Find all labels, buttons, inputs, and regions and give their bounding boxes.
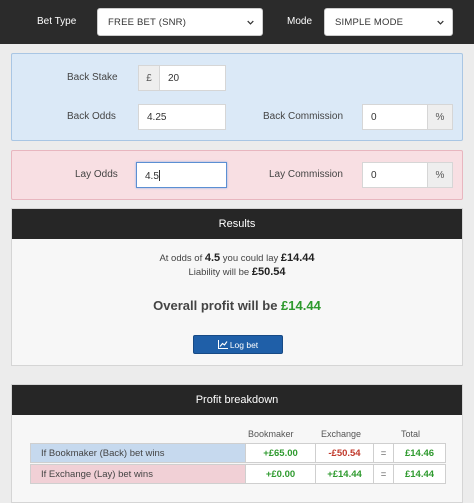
breakdown-card: Profit breakdown Bookmaker Exchange Tota… <box>11 384 463 503</box>
lay-line-prefix: At odds of <box>159 253 203 264</box>
equals-sign: = <box>373 444 393 462</box>
lay-odds-label: Lay Odds <box>75 169 118 180</box>
lay-odds-value: 4.5 <box>145 171 159 182</box>
profit-prefix: Overall profit will be <box>153 298 278 313</box>
total-value: £14.46 <box>393 444 445 462</box>
breakdown-title: Profit breakdown <box>12 385 462 415</box>
currency-addon: £ <box>138 65 160 91</box>
line-chart-icon <box>217 340 228 349</box>
percent-addon: % <box>427 162 453 188</box>
col-header-total: Total <box>401 429 421 439</box>
total-value: £14.44 <box>393 465 445 483</box>
exchange-value: +£14.44 <box>315 465 373 483</box>
exchange-value: -£50.54 <box>315 444 373 462</box>
top-bar: Bet Type FREE BET (SNR) Mode SIMPLE MODE <box>0 0 474 44</box>
profit-amount: £14.44 <box>281 298 321 313</box>
back-commission-input[interactable]: 0 <box>362 104 428 130</box>
equals-sign: = <box>373 465 393 483</box>
back-commission-label: Back Commission <box>263 111 344 122</box>
chevron-down-icon <box>247 20 254 25</box>
back-stake-label: Back Stake <box>67 72 118 83</box>
back-odds-input[interactable]: 4.25 <box>138 104 226 130</box>
col-header-bookmaker: Bookmaker <box>248 429 294 439</box>
chevron-down-icon <box>437 20 444 25</box>
log-bet-button[interactable]: Log bet <box>193 335 283 354</box>
results-card: Results At odds of 4.5 you could lay £14… <box>11 208 463 366</box>
lay-stake-amount: £14.44 <box>280 252 315 264</box>
mode-select[interactable]: SIMPLE MODE <box>324 8 453 36</box>
back-stake-input[interactable]: 20 <box>159 65 226 91</box>
lay-commission-label: Lay Commission <box>269 169 343 180</box>
bookmaker-value: +£0.00 <box>245 465 315 483</box>
log-bet-label: Log bet <box>229 340 259 350</box>
liability-line: Liability will be £50.54 <box>12 266 462 278</box>
mode-value: SIMPLE MODE <box>335 17 404 28</box>
lay-amount-line: At odds of 4.5 you could lay £14.44 <box>12 252 462 264</box>
overall-profit-line: Overall profit will be £14.44 <box>12 298 462 313</box>
lay-panel: Lay Odds 4.5 Lay Commission 0 % <box>11 150 463 200</box>
percent-addon: % <box>427 104 453 130</box>
table-row: If Bookmaker (Back) bet wins +£65.00 -£5… <box>30 443 446 463</box>
bookmaker-value: +£65.00 <box>245 444 315 462</box>
lay-line-odds: 4.5 <box>204 252 221 264</box>
bet-type-value: FREE BET (SNR) <box>108 17 187 28</box>
back-panel: Back Stake £ 20 Back Odds 4.25 Back Comm… <box>11 53 463 141</box>
bet-type-label: Bet Type <box>37 16 77 27</box>
lay-commission-input[interactable]: 0 <box>362 162 428 188</box>
row-label: If Exchange (Lay) bet wins <box>31 465 245 483</box>
liability-prefix: Liability will be <box>188 267 250 278</box>
lay-line-mid: you could lay <box>222 253 279 264</box>
col-header-exchange: Exchange <box>321 429 362 439</box>
back-odds-label: Back Odds <box>67 111 116 122</box>
text-caret <box>158 170 160 181</box>
bet-type-select[interactable]: FREE BET (SNR) <box>97 8 263 36</box>
table-row: If Exchange (Lay) bet wins +£0.00 +£14.4… <box>30 464 446 484</box>
lay-odds-input[interactable]: 4.5 <box>136 162 227 188</box>
results-title: Results <box>12 209 462 239</box>
row-label: If Bookmaker (Back) bet wins <box>31 444 245 462</box>
mode-label: Mode <box>287 16 313 27</box>
liability-amount: £50.54 <box>251 266 286 278</box>
